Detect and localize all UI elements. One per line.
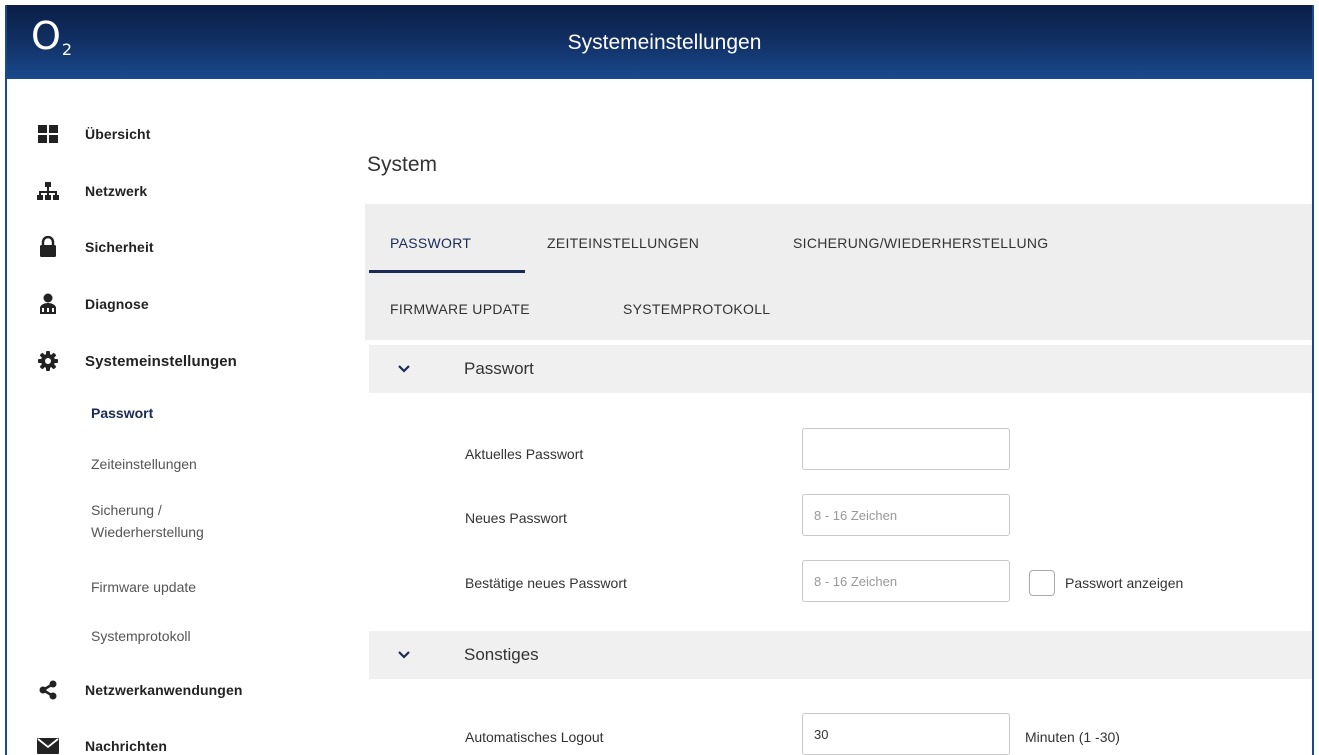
network-icon <box>37 180 59 202</box>
header-title-text: Systemeinstellungen <box>567 31 762 54</box>
new-password-label: Neues Passwort <box>465 510 567 526</box>
app-window: O2 Systemeinstellungen Übersicht Netzwer… <box>5 5 1314 755</box>
auto-logout-label: Automatisches Logout <box>465 729 604 745</box>
main-content: System PASSWORT ZEITEINSTELLUNGEN SICHER… <box>365 79 1312 755</box>
sidebar-item-nachrichten[interactable]: Nachrichten <box>37 731 167 755</box>
sidebar-subitem-zeiteinstellungen[interactable]: Zeiteinstellungen <box>91 453 197 475</box>
sidebar: Übersicht Netzwerk Sicherheit Diagnose S <box>7 79 347 755</box>
current-password-input[interactable] <box>802 428 1010 470</box>
current-password-label: Aktuelles Passwort <box>465 446 584 462</box>
auto-logout-input[interactable] <box>802 713 1010 755</box>
sidebar-item-label: Systemeinstellungen <box>85 352 237 370</box>
tab-passwort[interactable]: PASSWORT <box>390 235 471 251</box>
sidebar-item-systemeinstellungen[interactable]: Systemeinstellungen <box>37 346 237 376</box>
show-password-label[interactable]: Passwort anzeigen <box>1065 575 1183 591</box>
chevron-down-icon <box>379 365 429 373</box>
sidebar-item-uebersicht[interactable]: Übersicht <box>37 119 150 149</box>
tab-sicherung[interactable]: SICHERUNG/WIEDERHERSTELLUNG <box>793 235 1048 251</box>
header-bar: O2 Systemeinstellungen <box>7 5 1312 79</box>
sidebar-item-label: Netzwerk <box>85 183 148 199</box>
person-icon <box>37 293 59 315</box>
grid-icon <box>37 123 59 145</box>
envelope-icon <box>37 735 59 755</box>
section-header-sonstiges[interactable]: Sonstiges <box>369 631 1312 679</box>
tab-firmware-update[interactable]: FIRMWARE UPDATE <box>390 301 530 317</box>
sidebar-item-label: Sicherheit <box>85 239 154 255</box>
page-title: System <box>367 153 438 176</box>
sidebar-item-label: Nachrichten <box>85 738 168 754</box>
tab-systemprotokoll[interactable]: SYSTEMPROTOKOLL <box>623 301 770 317</box>
auto-logout-unit: Minuten (1 -30) <box>1025 729 1120 745</box>
sidebar-subitem-sicherung[interactable]: Sicherung / Wiederherstellung <box>91 499 204 543</box>
active-tab-indicator <box>369 270 525 273</box>
confirm-password-input[interactable] <box>802 560 1010 602</box>
section-title: Sonstiges <box>464 645 539 664</box>
sidebar-item-label: Netzwerkanwendungen <box>85 682 243 698</box>
chevron-down-icon <box>379 651 429 659</box>
section-title: Passwort <box>464 359 534 378</box>
sidebar-item-netzwerkanwendungen[interactable]: Netzwerkanwendungen <box>37 675 242 705</box>
gear-icon <box>37 350 59 372</box>
sidebar-item-label: Diagnose <box>85 296 149 312</box>
sidebar-item-diagnose[interactable]: Diagnose <box>37 289 149 319</box>
sidebar-item-label: Übersicht <box>85 126 151 142</box>
sidebar-subitem-line: Sicherung / <box>91 502 162 518</box>
sidebar-subitem-firmware[interactable]: Firmware update <box>91 576 196 598</box>
tab-zeiteinstellungen[interactable]: ZEITEINSTELLUNGEN <box>547 235 699 251</box>
show-password-checkbox[interactable] <box>1029 570 1055 596</box>
sidebar-subitem-systemprotokoll[interactable]: Systemprotokoll <box>91 625 191 647</box>
confirm-password-label: Bestätige neues Passwort <box>465 575 627 591</box>
share-icon <box>37 679 59 701</box>
sidebar-subitem-passwort[interactable]: Passwort <box>91 402 153 424</box>
new-password-input[interactable] <box>802 494 1010 536</box>
sidebar-item-sicherheit[interactable]: Sicherheit <box>37 232 154 262</box>
lock-icon <box>37 236 59 258</box>
sidebar-item-netzwerk[interactable]: Netzwerk <box>37 176 147 206</box>
section-header-passwort[interactable]: Passwort <box>369 345 1312 393</box>
sidebar-subitem-line: Wiederherstellung <box>91 524 204 540</box>
header-title: Systemeinstellungen <box>7 31 1312 55</box>
